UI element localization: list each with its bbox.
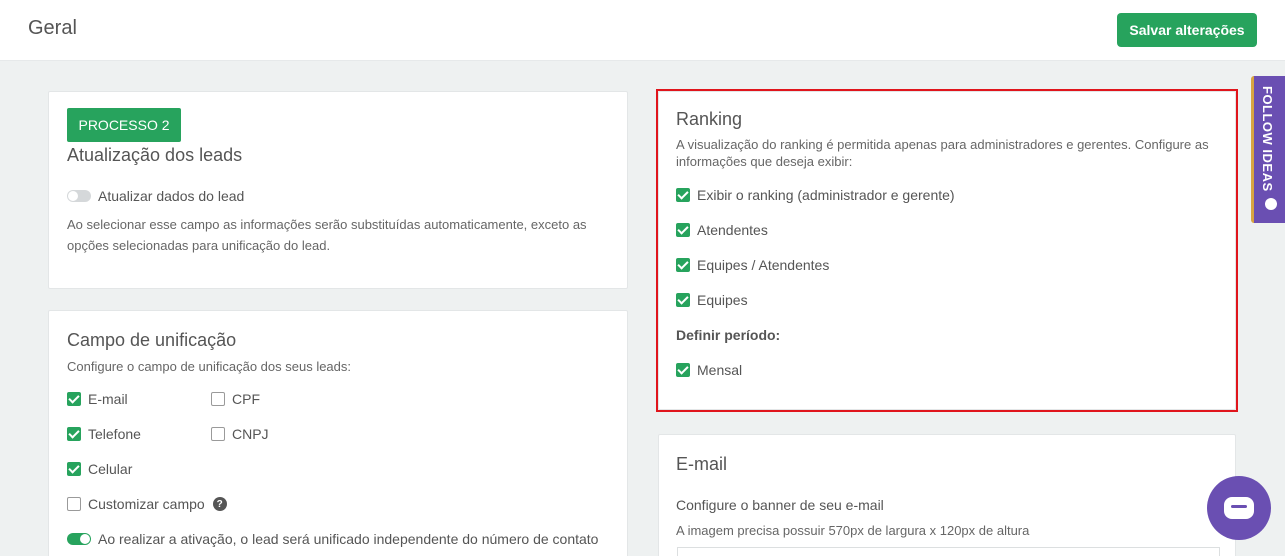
checkbox-teams-box[interactable] bbox=[676, 293, 690, 307]
ranking-card: Ranking A visualização do ranking é perm… bbox=[658, 91, 1236, 410]
email-banner-label: Configure o banner de seu e-mail bbox=[676, 497, 884, 513]
process-badge: PROCESSO 2 bbox=[67, 108, 181, 142]
save-changes-button[interactable]: Salvar alterações bbox=[1117, 13, 1257, 47]
checkbox-email[interactable]: E-mail bbox=[67, 391, 128, 407]
leads-description-line-1: Ao selecionar esse campo as informações … bbox=[67, 217, 587, 232]
leads-update-title: Atualização dos leads bbox=[67, 145, 243, 165]
checkbox-attendants[interactable]: Atendentes bbox=[676, 222, 768, 238]
lightbulb-icon bbox=[1265, 198, 1277, 210]
checkbox-teams-attendants[interactable]: Equipes / Atendentes bbox=[676, 257, 829, 273]
banner-upload-field[interactable] bbox=[677, 547, 1220, 556]
ranking-title: Ranking bbox=[676, 109, 743, 129]
page-title: Geral bbox=[28, 17, 77, 39]
ranking-description-line-1: A visualização do ranking é permitida ap… bbox=[676, 137, 1209, 152]
checkbox-mobile[interactable]: Celular bbox=[67, 461, 132, 477]
checkbox-monthly-label: Mensal bbox=[697, 362, 743, 378]
activation-toggle[interactable] bbox=[67, 533, 91, 545]
checkbox-email-box[interactable] bbox=[67, 392, 81, 406]
checkbox-phone[interactable]: Telefone bbox=[67, 426, 141, 442]
leads-update-card: PROCESSO 2 Atualização dos leads Atualiz… bbox=[48, 91, 628, 289]
top-bar: Geral Salvar alterações bbox=[0, 0, 1285, 61]
leads-update-description: Ao selecionar esse campo as informações … bbox=[67, 214, 612, 256]
email-title: E-mail bbox=[676, 454, 728, 474]
period-heading: Definir período: bbox=[676, 327, 781, 343]
checkbox-show-ranking-box[interactable] bbox=[676, 188, 690, 202]
update-lead-toggle[interactable] bbox=[67, 190, 91, 202]
checkbox-cpf-label: CPF bbox=[232, 391, 260, 407]
checkbox-custom-field[interactable]: Customizar campo ? bbox=[67, 496, 227, 512]
checkbox-attendants-label: Atendentes bbox=[697, 222, 768, 238]
checkbox-cpf[interactable]: CPF bbox=[211, 391, 260, 407]
activation-toggle-label: Ao realizar a ativação, o lead será unif… bbox=[98, 531, 599, 547]
checkbox-custom-field-box[interactable] bbox=[67, 497, 81, 511]
checkbox-attendants-box[interactable] bbox=[676, 223, 690, 237]
checkbox-phone-box[interactable] bbox=[67, 427, 81, 441]
checkbox-custom-field-label: Customizar campo bbox=[88, 496, 205, 512]
checkbox-show-ranking[interactable]: Exibir o ranking (administrador e gerent… bbox=[676, 187, 955, 203]
activation-toggle-row[interactable]: Ao realizar a ativação, o lead será unif… bbox=[67, 531, 598, 547]
follow-ideas-tab[interactable]: FOLLOW IDEAS bbox=[1251, 76, 1285, 223]
follow-ideas-label: FOLLOW IDEAS bbox=[1260, 86, 1275, 192]
checkbox-monthly-box[interactable] bbox=[676, 363, 690, 377]
checkbox-show-ranking-label: Exibir o ranking (administrador e gerent… bbox=[697, 187, 955, 203]
checkbox-cnpj[interactable]: CNPJ bbox=[211, 426, 269, 442]
checkbox-email-label: E-mail bbox=[88, 391, 128, 407]
checkbox-mobile-label: Celular bbox=[88, 461, 133, 477]
leads-description-line-2: opções selecionadas para unificação do l… bbox=[67, 238, 331, 253]
unification-title: Campo de unificação bbox=[67, 330, 237, 350]
update-lead-toggle-row[interactable]: Atualizar dados do lead bbox=[67, 188, 244, 204]
checkbox-teams-attendants-label: Equipes / Atendentes bbox=[697, 257, 830, 273]
checkbox-cnpj-label: CNPJ bbox=[232, 426, 269, 442]
email-banner-hint: A imagem precisa possuir 570px de largur… bbox=[676, 523, 1030, 538]
checkbox-monthly[interactable]: Mensal bbox=[676, 362, 742, 378]
checkbox-cpf-box[interactable] bbox=[211, 392, 225, 406]
ranking-description: A visualização do ranking é permitida ap… bbox=[676, 136, 1226, 170]
checkbox-teams-label: Equipes bbox=[697, 292, 748, 308]
checkbox-mobile-box[interactable] bbox=[67, 462, 81, 476]
checkbox-phone-label: Telefone bbox=[88, 426, 141, 442]
help-icon[interactable]: ? bbox=[212, 497, 227, 511]
ranking-description-line-2: informações que deseja exibir: bbox=[676, 154, 853, 169]
checkbox-teams[interactable]: Equipes bbox=[676, 292, 748, 308]
update-lead-toggle-label: Atualizar dados do lead bbox=[98, 188, 245, 204]
unification-subtitle: Configure o campo de unificação dos seus… bbox=[67, 359, 352, 374]
checkbox-cnpj-box[interactable] bbox=[211, 427, 225, 441]
checkbox-teams-attendants-box[interactable] bbox=[676, 258, 690, 272]
chat-icon bbox=[1224, 497, 1254, 519]
email-card: E-mail Configure o banner de seu e-mail … bbox=[658, 434, 1236, 556]
unification-card: Campo de unificação Configure o campo de… bbox=[48, 310, 628, 556]
chat-button[interactable] bbox=[1207, 476, 1271, 540]
